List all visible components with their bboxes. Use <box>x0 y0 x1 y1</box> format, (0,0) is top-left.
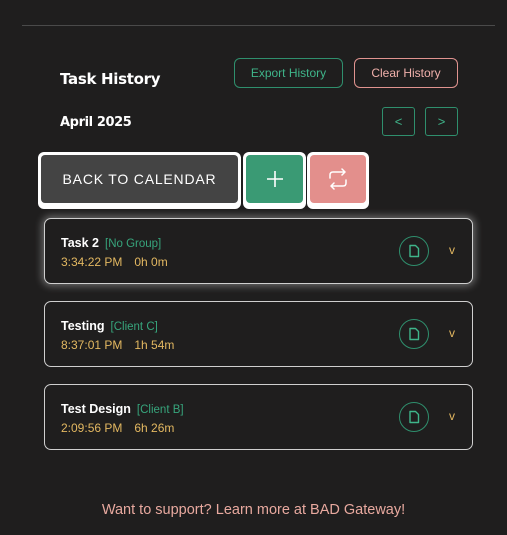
task-card[interactable]: Testing [Client C] 8:37:01 PM 1h 54m v <box>44 301 473 367</box>
task-group: [Client C] <box>110 321 158 333</box>
task-name: Testing <box>61 319 105 333</box>
back-to-calendar-wrapper: BACK TO CALENDAR <box>38 152 241 209</box>
notes-button[interactable] <box>399 236 429 266</box>
divider <box>22 25 495 26</box>
document-icon <box>409 327 420 341</box>
task-history-panel: Task History Export History Clear Histor… <box>0 0 507 535</box>
task-name: Test Design <box>61 402 131 416</box>
task-name: Task 2 <box>61 236 99 250</box>
clear-history-button[interactable]: Clear History <box>354 58 458 88</box>
add-task-button[interactable] <box>246 155 303 203</box>
plus-icon <box>266 171 283 187</box>
task-duration: 1h 54m <box>134 338 175 352</box>
back-to-calendar-button[interactable]: BACK TO CALENDAR <box>41 155 238 203</box>
task-group: [Client B] <box>136 404 184 416</box>
repeat-icon <box>329 168 347 190</box>
next-month-button[interactable]: > <box>425 107 458 136</box>
add-task-wrapper <box>243 152 306 209</box>
task-card[interactable]: Task 2 [No Group] 3:34:22 PM 0h 0m v <box>44 218 473 284</box>
expand-toggle[interactable]: v <box>449 326 455 340</box>
page-title: Task History <box>60 70 161 88</box>
task-duration: 0h 0m <box>134 255 168 269</box>
support-link[interactable]: Want to support? Learn more at BAD Gatew… <box>0 502 507 518</box>
task-time: 2:09:56 PM <box>61 421 123 435</box>
task-duration: 6h 26m <box>134 421 175 435</box>
document-icon <box>409 410 420 424</box>
task-card[interactable]: Test Design [Client B] 2:09:56 PM 6h 26m v <box>44 384 473 450</box>
notes-button[interactable] <box>399 402 429 432</box>
expand-toggle[interactable]: v <box>449 243 455 257</box>
task-group: [No Group] <box>105 238 162 250</box>
previous-month-button[interactable]: < <box>382 107 415 136</box>
notes-button[interactable] <box>399 319 429 349</box>
repeat-button[interactable] <box>310 155 366 203</box>
expand-toggle[interactable]: v <box>449 409 455 423</box>
month-label: April 2025 <box>60 115 132 130</box>
export-history-button[interactable]: Export History <box>234 58 343 88</box>
task-time: 8:37:01 PM <box>61 338 123 352</box>
repeat-wrapper <box>307 152 369 209</box>
task-time: 3:34:22 PM <box>61 255 123 269</box>
document-icon <box>409 244 420 258</box>
